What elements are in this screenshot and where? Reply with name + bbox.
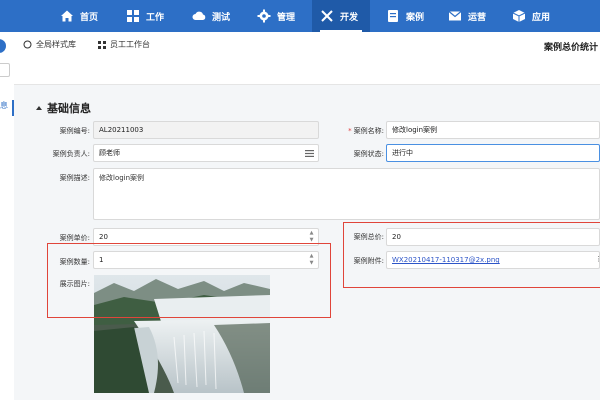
sidebar-active-indicator (12, 100, 14, 116)
document-icon (388, 10, 398, 22)
status-select[interactable]: 进行中 (386, 144, 600, 162)
nav-label: 测试 (212, 12, 231, 23)
home-icon (61, 10, 73, 22)
nav-label: 工作 (146, 12, 165, 23)
section-title: 基础信息 (47, 102, 91, 115)
unit-price-value: 20 (99, 233, 108, 241)
cloud-icon (192, 11, 206, 20)
nav-item-manage[interactable]: 管理 (257, 0, 305, 32)
cube-icon (512, 10, 526, 22)
required-mark: * (348, 127, 352, 135)
nav-item-test[interactable]: 测试 (192, 0, 240, 32)
highlight-box-left (47, 243, 331, 318)
status-value: 进行中 (392, 149, 413, 157)
mail-icon (448, 11, 462, 21)
owner-picker[interactable]: 顾老师 (93, 144, 319, 162)
stepper-up-icon[interactable]: ▲ (308, 230, 315, 237)
owner-label: 案例负责人: (52, 150, 90, 158)
sub-nav: 全局样式库 员工工作台 案例总价统计 (0, 32, 600, 58)
highlight-box-right (343, 222, 600, 288)
circle-icon (23, 40, 32, 49)
style-library-label: 全局样式库 (36, 40, 76, 49)
desc-value: 修改login案例 (99, 174, 145, 182)
nav-item-cases[interactable]: 案例 (386, 0, 434, 32)
nav-label: 应用 (532, 12, 551, 23)
owner-value: 顾老师 (99, 149, 120, 157)
case-name-label-text: 案例名称: (353, 127, 384, 135)
unit-price-label: 案例单价: (59, 234, 90, 242)
top-nav: 首页 工作 测试 管理 开发 案例 运营 应用 (0, 0, 600, 32)
nav-item-work[interactable]: 工作 (126, 0, 174, 32)
workbench-label: 员工工作台 (110, 40, 150, 49)
section-header[interactable]: 基础信息 (36, 100, 91, 116)
grid-small-icon (98, 40, 106, 49)
stepper[interactable]: ▲ ▼ (308, 230, 315, 244)
nav-label: 开发 (340, 12, 359, 23)
style-library-link[interactable]: 全局样式库 (23, 39, 76, 50)
page-title: 案例总价统计 (543, 43, 598, 53)
collapse-toggle[interactable] (0, 39, 6, 53)
nav-item-apps[interactable]: 应用 (512, 0, 560, 32)
list-icon[interactable] (305, 150, 314, 157)
nav-item-dev[interactable]: 开发 (312, 0, 370, 32)
grid-icon (127, 10, 139, 22)
status-label: 案例状态: (353, 150, 384, 158)
case-no-value: AL20211003 (99, 126, 144, 134)
case-name-input[interactable]: 修改login案例 (386, 121, 600, 139)
nav-label: 首页 (80, 12, 99, 23)
caret-up-icon (36, 106, 42, 110)
case-name-value: 修改login案例 (392, 126, 438, 134)
nav-label: 管理 (277, 12, 296, 23)
desc-label: 案例描述: (59, 174, 90, 182)
case-no-field: AL20211003 (93, 121, 319, 139)
gear-icon (257, 9, 271, 23)
sidebar-search-stub[interactable] (0, 63, 10, 77)
nav-item-home[interactable]: 首页 (60, 0, 108, 32)
workbench-link[interactable]: 员工工作台 (98, 39, 150, 50)
case-name-label: * 案例名称: (340, 126, 384, 136)
tools-icon (321, 10, 333, 22)
case-no-label: 案例编号: (59, 127, 90, 135)
nav-label: 案例 (406, 12, 425, 23)
nav-item-ops[interactable]: 运营 (448, 0, 496, 32)
nav-label: 运营 (468, 12, 487, 23)
desc-textarea[interactable]: 修改login案例 (93, 168, 600, 220)
